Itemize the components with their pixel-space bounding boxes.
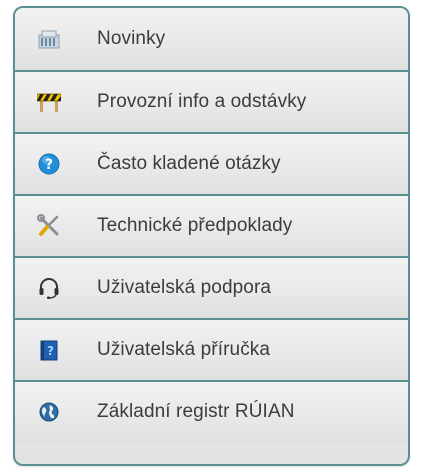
globe-icon: [37, 400, 61, 424]
menu-item-label: Provozní info a odstávky: [97, 91, 307, 112]
menu-item-label: Novinky: [97, 28, 166, 49]
menu-item-uzivatelska-prirucka[interactable]: ? Uživatelská příručka: [15, 318, 408, 380]
headset-icon: [37, 276, 61, 300]
help-icon: ?: [37, 152, 61, 176]
menu-item-uzivatelska-podpora[interactable]: Uživatelská podpora: [15, 256, 408, 318]
side-menu: Novinky Provozní info a odstávky ? Často: [13, 6, 410, 466]
menu-item-technicke-predpoklady[interactable]: Technické předpoklady: [15, 194, 408, 256]
svg-text:?: ?: [47, 344, 54, 358]
menu-item-label: Uživatelská příručka: [97, 339, 271, 360]
manual-icon: ?: [37, 338, 61, 362]
menu-item-label: Uživatelská podpora: [97, 277, 272, 298]
menu-item-novinky[interactable]: Novinky: [15, 8, 408, 70]
menu-item-provozni-info[interactable]: Provozní info a odstávky: [15, 70, 408, 132]
menu-item-zakladni-registr[interactable]: Základní registr RÚIAN: [15, 380, 408, 442]
newspaper-icon: [37, 27, 61, 51]
menu-item-label: Často kladené otázky: [97, 153, 281, 174]
svg-text:?: ?: [45, 157, 53, 173]
menu-item-caste-otazky[interactable]: ? Často kladené otázky: [15, 132, 408, 194]
roadblock-icon: [37, 90, 61, 114]
menu-item-label: Technické předpoklady: [97, 215, 293, 236]
menu-item-label: Základní registr RÚIAN: [97, 401, 295, 422]
tools-icon: [37, 214, 61, 238]
